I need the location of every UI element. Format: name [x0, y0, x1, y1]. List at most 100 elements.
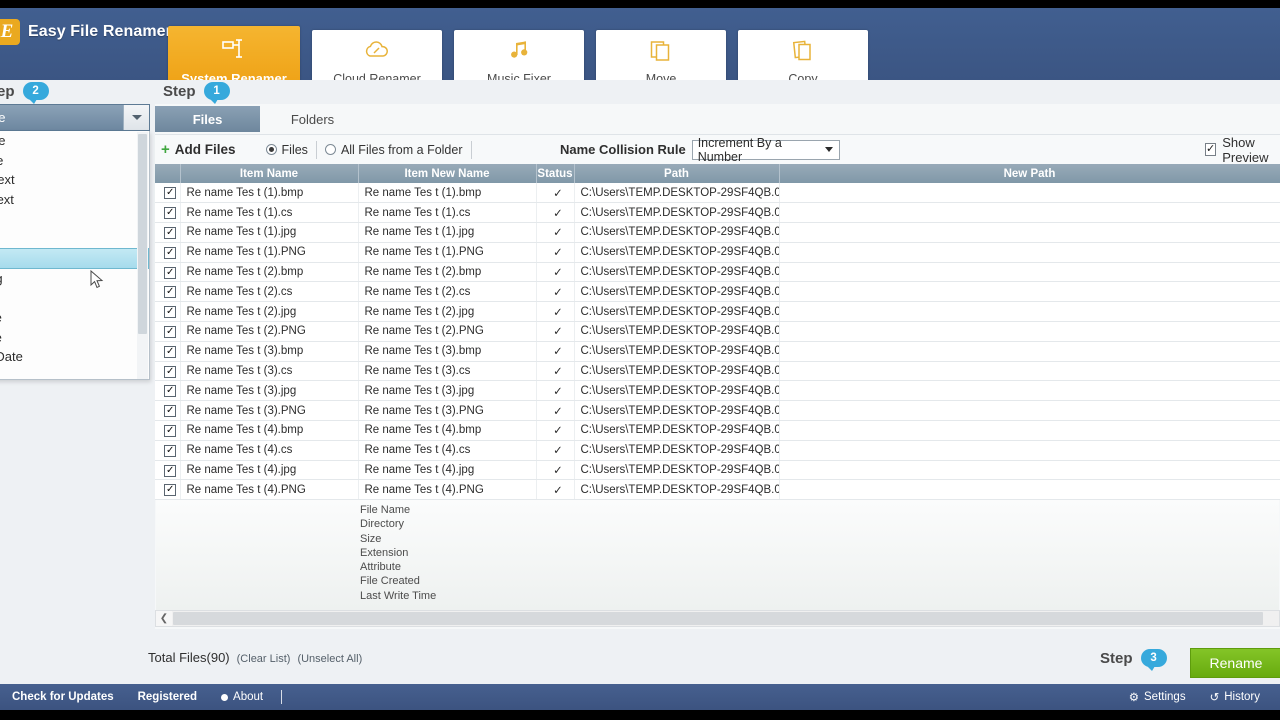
horizontal-scrollbar[interactable]: ❮: [155, 610, 1280, 627]
rule-option-remove-text[interactable]: Remove Text: [0, 170, 149, 190]
rule-list-scrollbar[interactable]: [137, 132, 148, 379]
name-collision-rule-select[interactable]: Increment By a Number: [692, 140, 840, 160]
table-row[interactable]: ✓Re name Tes t (1).PNGRe name Tes t (1).…: [155, 242, 1280, 262]
total-files-label: Total Files(90): [148, 650, 230, 665]
row-checkbox[interactable]: ✓: [164, 227, 176, 239]
radio-files-option[interactable]: Files: [258, 141, 317, 159]
row-checkbox[interactable]: ✓: [164, 306, 176, 318]
show-preview-checkbox[interactable]: ✓: [1205, 143, 1216, 156]
row-checkbox[interactable]: ✓: [164, 187, 176, 199]
col-header-check[interactable]: [155, 164, 180, 183]
radio-all-files-indicator[interactable]: [325, 144, 336, 155]
row-checkbox-cell[interactable]: ✓: [155, 242, 180, 262]
row-checkbox[interactable]: ✓: [164, 484, 176, 496]
rule-option-suffix[interactable]: Suffix: [0, 229, 149, 249]
clear-list-link[interactable]: (Clear List): [237, 653, 291, 665]
rule-option-new-name[interactable]: New Name: [0, 151, 149, 171]
chevron-down-icon[interactable]: [123, 105, 149, 130]
file-property-label: Size: [360, 532, 436, 546]
col-header-status[interactable]: Status: [536, 164, 574, 183]
rule-option-add-new-date[interactable]: Add New Date: [0, 347, 149, 367]
file-list-table-container[interactable]: Item Name Item New Name Status Path New …: [155, 164, 1280, 500]
rule-option-replace-text[interactable]: Replace Text: [0, 190, 149, 210]
row-checkbox-cell[interactable]: ✓: [155, 381, 180, 401]
row-checkbox-cell[interactable]: ✓: [155, 341, 180, 361]
row-checkbox-cell[interactable]: ✓: [155, 282, 180, 302]
row-checkbox-cell[interactable]: ✓: [155, 421, 180, 441]
row-checkbox[interactable]: ✓: [164, 326, 176, 338]
row-checkbox[interactable]: ✓: [164, 405, 176, 417]
row-checkbox[interactable]: ✓: [164, 346, 176, 358]
row-status-check-icon: ✓: [536, 302, 574, 322]
row-new-path: [779, 440, 1280, 460]
col-header-item-name[interactable]: Item Name: [180, 164, 358, 183]
rename-button[interactable]: Rename: [1190, 648, 1280, 678]
row-checkbox-cell[interactable]: ✓: [155, 183, 180, 203]
table-row[interactable]: ✓Re name Tes t (2).bmpRe name Tes t (2).…: [155, 262, 1280, 282]
row-checkbox[interactable]: ✓: [164, 366, 176, 378]
check-for-updates-link[interactable]: Check for Updates: [0, 691, 126, 703]
add-files-button[interactable]: + Add Files: [161, 142, 236, 157]
row-checkbox[interactable]: ✓: [164, 207, 176, 219]
rule-option-lowercase[interactable]: Lowercase: [0, 308, 149, 328]
table-row[interactable]: ✓Re name Tes t (2).jpgRe name Tes t (2).…: [155, 302, 1280, 322]
row-checkbox-cell[interactable]: ✓: [155, 322, 180, 342]
col-header-path[interactable]: Path: [574, 164, 779, 183]
table-row[interactable]: ✓Re name Tes t (1).jpgRe name Tes t (1).…: [155, 223, 1280, 243]
row-checkbox-cell[interactable]: ✓: [155, 203, 180, 223]
row-checkbox-cell[interactable]: ✓: [155, 262, 180, 282]
row-item-new-name: Re name Tes t (2).cs: [358, 282, 536, 302]
table-row[interactable]: ✓Re name Tes t (1).csRe name Tes t (1).c…: [155, 203, 1280, 223]
history-link[interactable]: ↺ History: [1198, 690, 1272, 704]
rule-select-combobox[interactable]: Select Rule: [0, 104, 150, 131]
table-row[interactable]: ✓Re name Tes t (4).jpgRe name Tes t (4).…: [155, 460, 1280, 480]
rule-option-insertat[interactable]: InsertAt: [0, 289, 149, 309]
table-row[interactable]: ✓Re name Tes t (3).bmpRe name Tes t (3).…: [155, 341, 1280, 361]
col-header-new-path[interactable]: New Path: [779, 164, 1280, 183]
row-new-path: [779, 381, 1280, 401]
rule-option-select-rule[interactable]: Select Rule: [0, 131, 149, 151]
row-checkbox-cell[interactable]: ✓: [155, 302, 180, 322]
table-row[interactable]: ✓Re name Tes t (4).csRe name Tes t (4).c…: [155, 440, 1280, 460]
subtab-files[interactable]: Files: [155, 106, 260, 132]
row-checkbox[interactable]: ✓: [164, 465, 176, 477]
row-item-new-name: Re name Tes t (1).bmp: [358, 183, 536, 203]
row-path: C:\Users\TEMP.DESKTOP-29SF4QB.000\Deskto…: [574, 242, 779, 262]
scroll-left-icon[interactable]: ❮: [156, 611, 172, 626]
table-row[interactable]: ✓Re name Tes t (3).PNGRe name Tes t (3).…: [155, 401, 1280, 421]
radio-all-files-from-folder-option[interactable]: All Files from a Folder: [317, 141, 472, 159]
row-checkbox[interactable]: ✓: [164, 247, 176, 259]
row-checkbox[interactable]: ✓: [164, 385, 176, 397]
row-checkbox[interactable]: ✓: [164, 445, 176, 457]
table-row[interactable]: ✓Re name Tes t (4).bmpRe name Tes t (4).…: [155, 421, 1280, 441]
row-checkbox-cell[interactable]: ✓: [155, 480, 180, 500]
row-checkbox[interactable]: ✓: [164, 286, 176, 298]
col-header-item-new-name[interactable]: Item New Name: [358, 164, 536, 183]
rule-list-scroll-thumb[interactable]: [138, 134, 147, 334]
table-row[interactable]: ✓Re name Tes t (2).csRe name Tes t (2).c…: [155, 282, 1280, 302]
table-row[interactable]: ✓Re name Tes t (2).PNGRe name Tes t (2).…: [155, 322, 1280, 342]
table-row[interactable]: ✓Re name Tes t (3).jpgRe name Tes t (3).…: [155, 381, 1280, 401]
about-link[interactable]: About: [209, 691, 275, 703]
subtab-folders[interactable]: Folders: [260, 106, 365, 132]
table-row[interactable]: ✓Re name Tes t (1).bmpRe name Tes t (1).…: [155, 183, 1280, 203]
row-checkbox-cell[interactable]: ✓: [155, 460, 180, 480]
radio-files-indicator[interactable]: [266, 144, 277, 155]
rule-option-prefix[interactable]: Prefix: [0, 248, 149, 269]
settings-link[interactable]: ⚙ Settings: [1117, 690, 1198, 704]
row-checkbox-cell[interactable]: ✓: [155, 401, 180, 421]
table-row[interactable]: ✓Re name Tes t (4).PNGRe name Tes t (4).…: [155, 480, 1280, 500]
row-checkbox-cell[interactable]: ✓: [155, 223, 180, 243]
rule-option-numbering[interactable]: Numbering: [0, 269, 149, 289]
rule-select-dropdown-list[interactable]: Select Rule New Name Remove Text Replace…: [0, 131, 150, 380]
row-checkbox[interactable]: ✓: [164, 267, 176, 279]
row-checkbox-cell[interactable]: ✓: [155, 440, 180, 460]
show-preview-toggle[interactable]: ✓ Show Preview: [1205, 135, 1280, 165]
rule-option-uppercase[interactable]: Uppercase: [0, 328, 149, 348]
rule-option-trim-text[interactable]: Trim Text: [0, 209, 149, 229]
row-checkbox-cell[interactable]: ✓: [155, 361, 180, 381]
row-checkbox[interactable]: ✓: [164, 425, 176, 437]
unselect-all-link[interactable]: (Unselect All): [297, 653, 362, 665]
table-row[interactable]: ✓Re name Tes t (3).csRe name Tes t (3).c…: [155, 361, 1280, 381]
horizontal-scroll-thumb[interactable]: [173, 612, 1263, 625]
